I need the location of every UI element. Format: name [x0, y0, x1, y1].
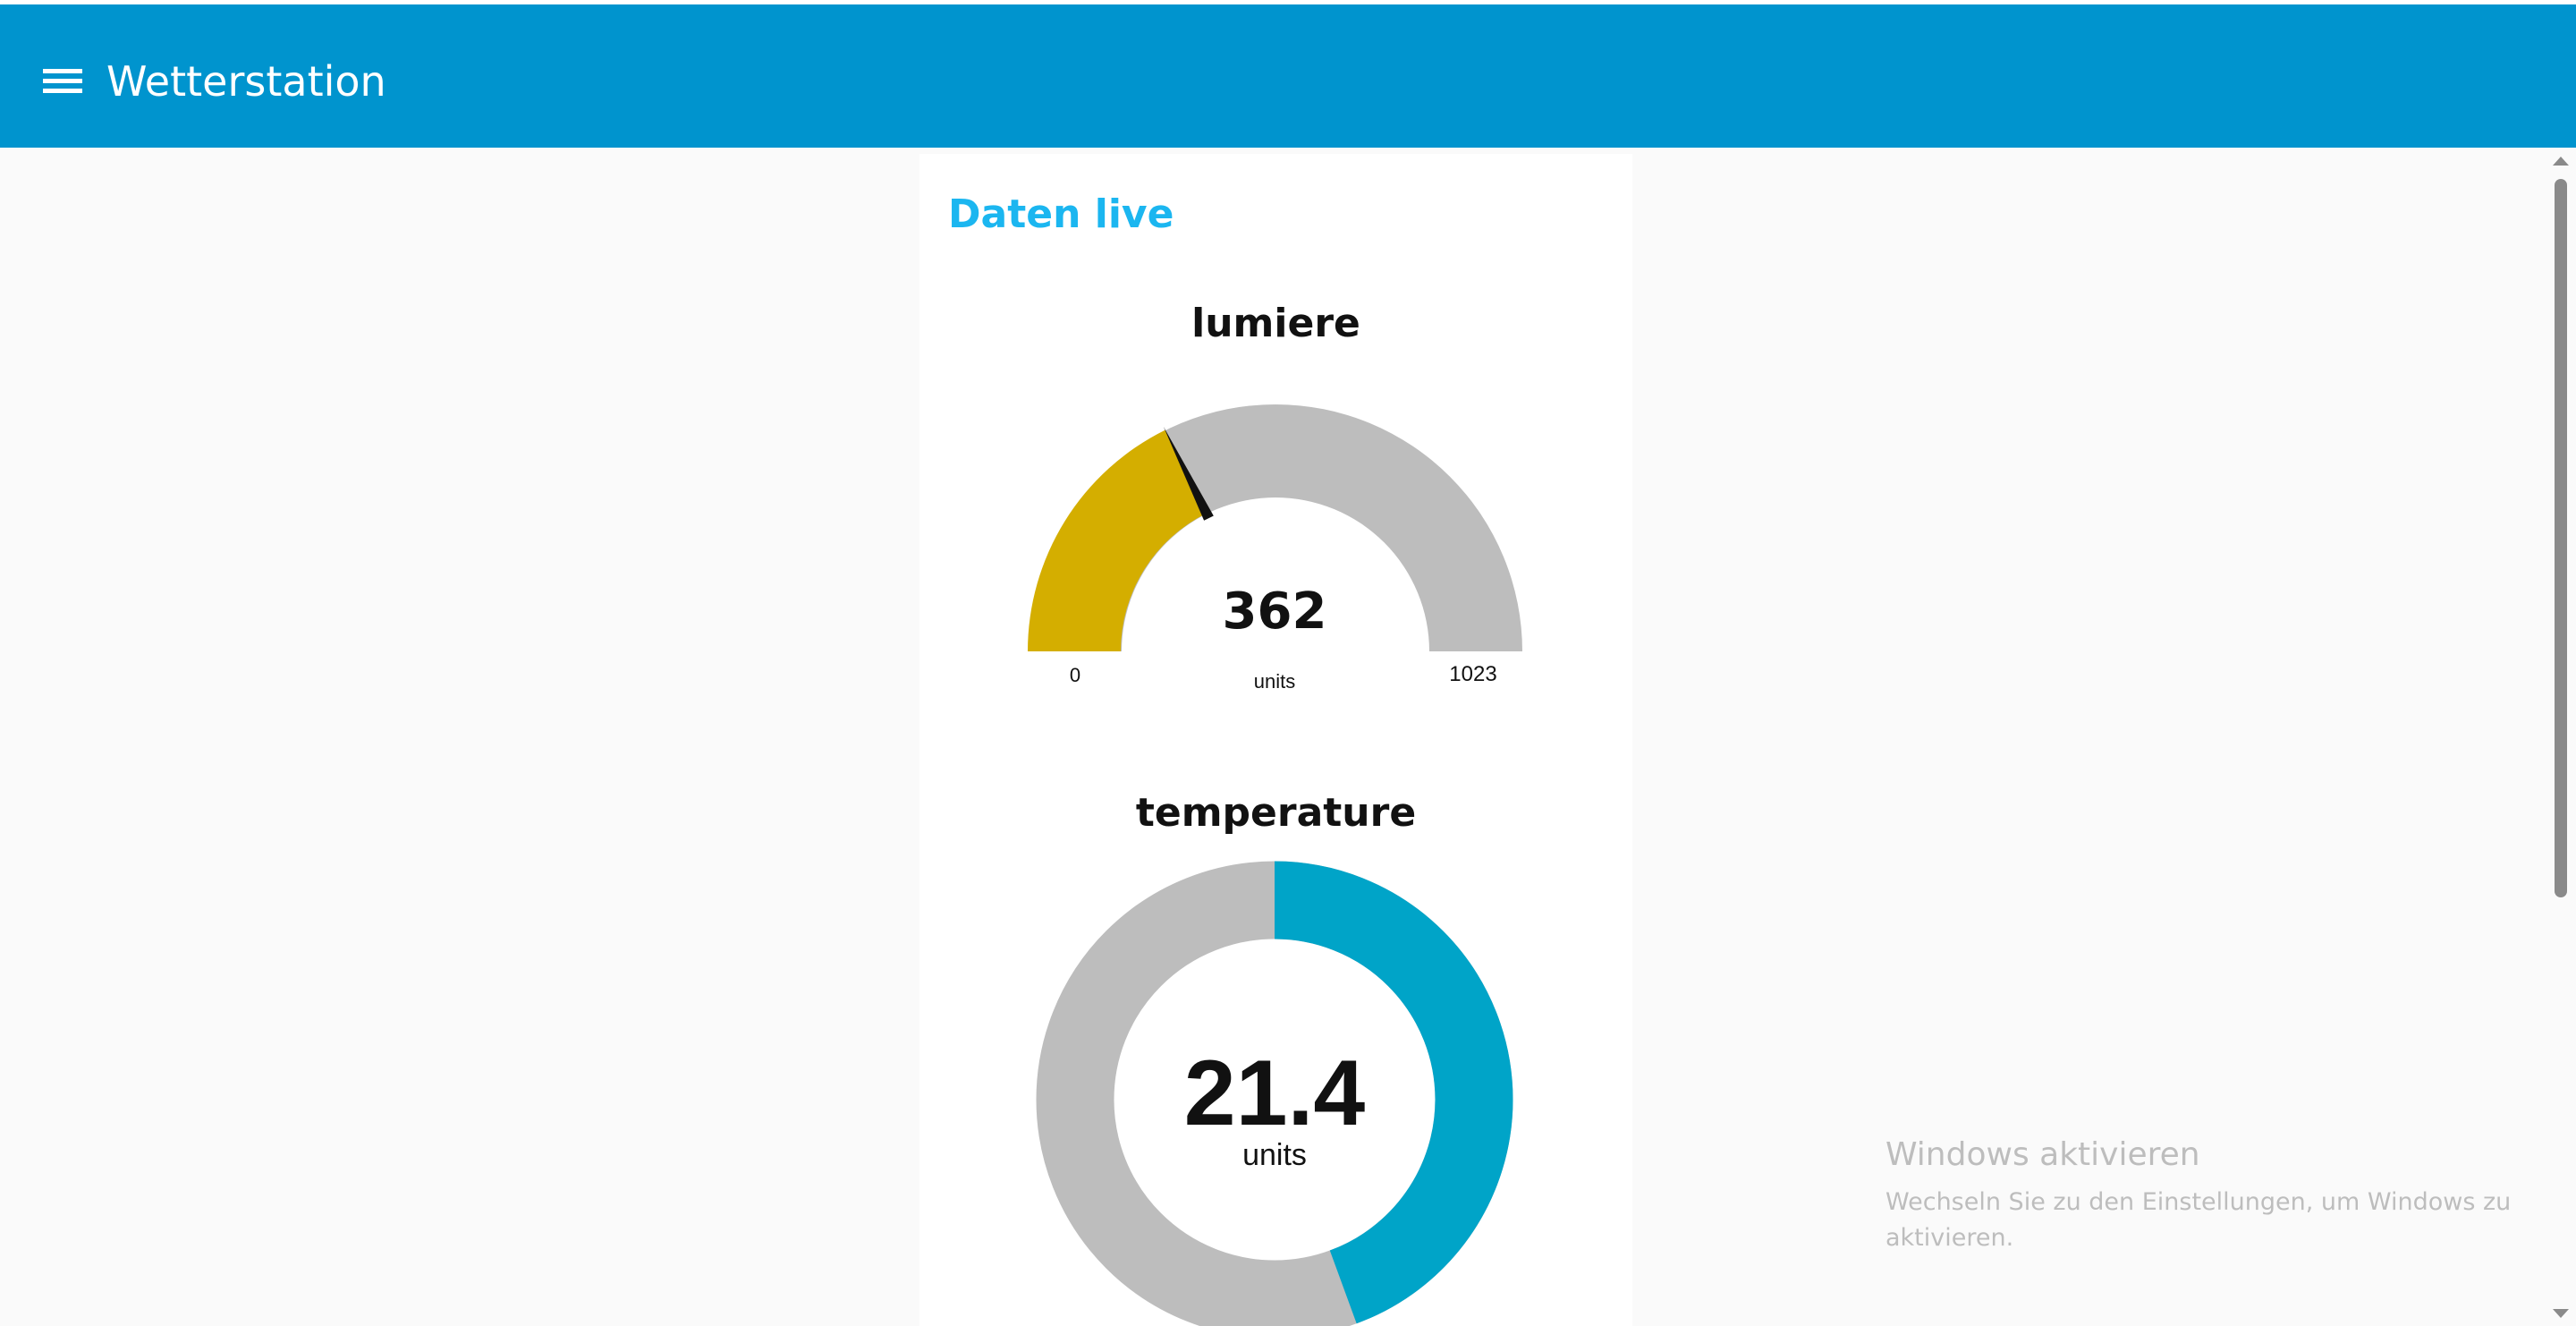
vertical-scrollbar[interactable] — [2546, 148, 2576, 1326]
dashboard-group-card: Daten live lumiere temperature 362 units… — [919, 154, 1632, 1326]
menu-button[interactable] — [32, 49, 93, 103]
lumiere-min-label: 0 — [1070, 664, 1080, 686]
scroll-up-arrow-icon[interactable] — [2553, 157, 2569, 166]
windows-activation-text: Wechseln Sie zu den Einstellungen, um Wi… — [1885, 1188, 2512, 1252]
lumiere-unit: units — [1254, 670, 1295, 693]
windows-activation-title: Windows aktivieren — [1885, 1136, 2200, 1173]
gauges-canvas: 362 units 0 1023 21.4 units — [1028, 404, 1522, 1326]
app-title: Wetterstation — [106, 57, 386, 106]
temperature-gauge: 21.4 units — [1036, 861, 1513, 1326]
lumiere-max-label: 1023 — [1449, 662, 1496, 686]
app-header: Wetterstation — [0, 4, 2576, 148]
scroll-down-arrow-icon[interactable] — [2553, 1309, 2569, 1318]
scrollbar-thumb[interactable] — [2555, 179, 2567, 897]
hamburger-menu-icon — [43, 69, 82, 93]
temperature-unit: units — [1242, 1138, 1307, 1172]
lumiere-gauge: 362 units 0 1023 — [1028, 404, 1522, 693]
lumiere-value: 362 — [1223, 582, 1327, 641]
temperature-value: 21.4 — [1184, 1041, 1366, 1145]
